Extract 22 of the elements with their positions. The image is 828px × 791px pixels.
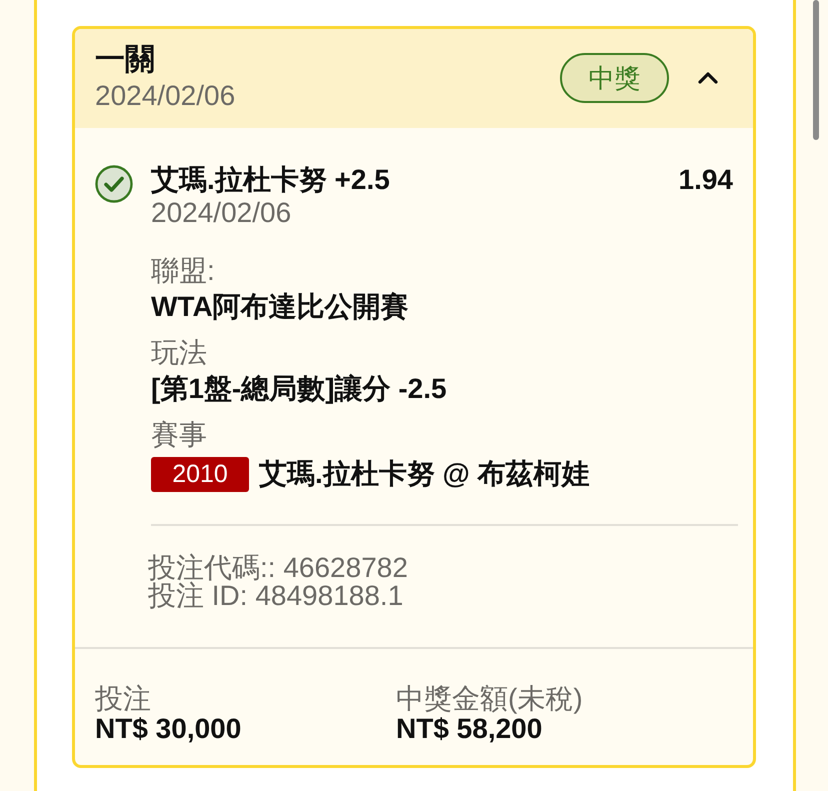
selection-name: 艾瑪.拉杜卡努 +2.5 <box>151 163 390 197</box>
bet-reference: 投注 ID: 48498188.1 <box>148 582 404 610</box>
total-label: 投注 <box>95 684 152 714</box>
detail-label: 賽事 <box>151 418 208 452</box>
detail-label: 聯盟: <box>151 254 216 288</box>
detail-value: [第1盤-總局數]讓分 -2.5 <box>151 372 448 406</box>
detail-value: WTA阿布達比公開賽 <box>151 290 410 324</box>
chevron-up-icon[interactable] <box>698 72 718 84</box>
selection-date: 2024/02/06 <box>151 197 292 229</box>
card-header[interactable]: 一關 2024/02/06 中獎 <box>75 29 753 128</box>
scrollbar-thumb[interactable] <box>813 0 819 140</box>
detail-label: 玩法 <box>151 336 208 370</box>
bet-reference: 投注代碼:: 46628782 <box>148 554 409 582</box>
bet-date: 2024/02/06 <box>95 79 236 113</box>
total-amount: NT$ 30,000 <box>95 714 242 744</box>
total-amount: NT$ 58,200 <box>396 714 544 744</box>
status-badge: 中獎 <box>560 53 669 103</box>
odds-value: 1.94 <box>678 163 733 197</box>
match-code-badge: 2010 <box>151 456 249 492</box>
total-label: 中獎金額(未稅) <box>396 684 584 714</box>
match-name: 艾瑪.拉杜卡努 @ 布茲柯娃 <box>259 457 590 491</box>
bet-type-title: 一關 <box>95 42 156 78</box>
